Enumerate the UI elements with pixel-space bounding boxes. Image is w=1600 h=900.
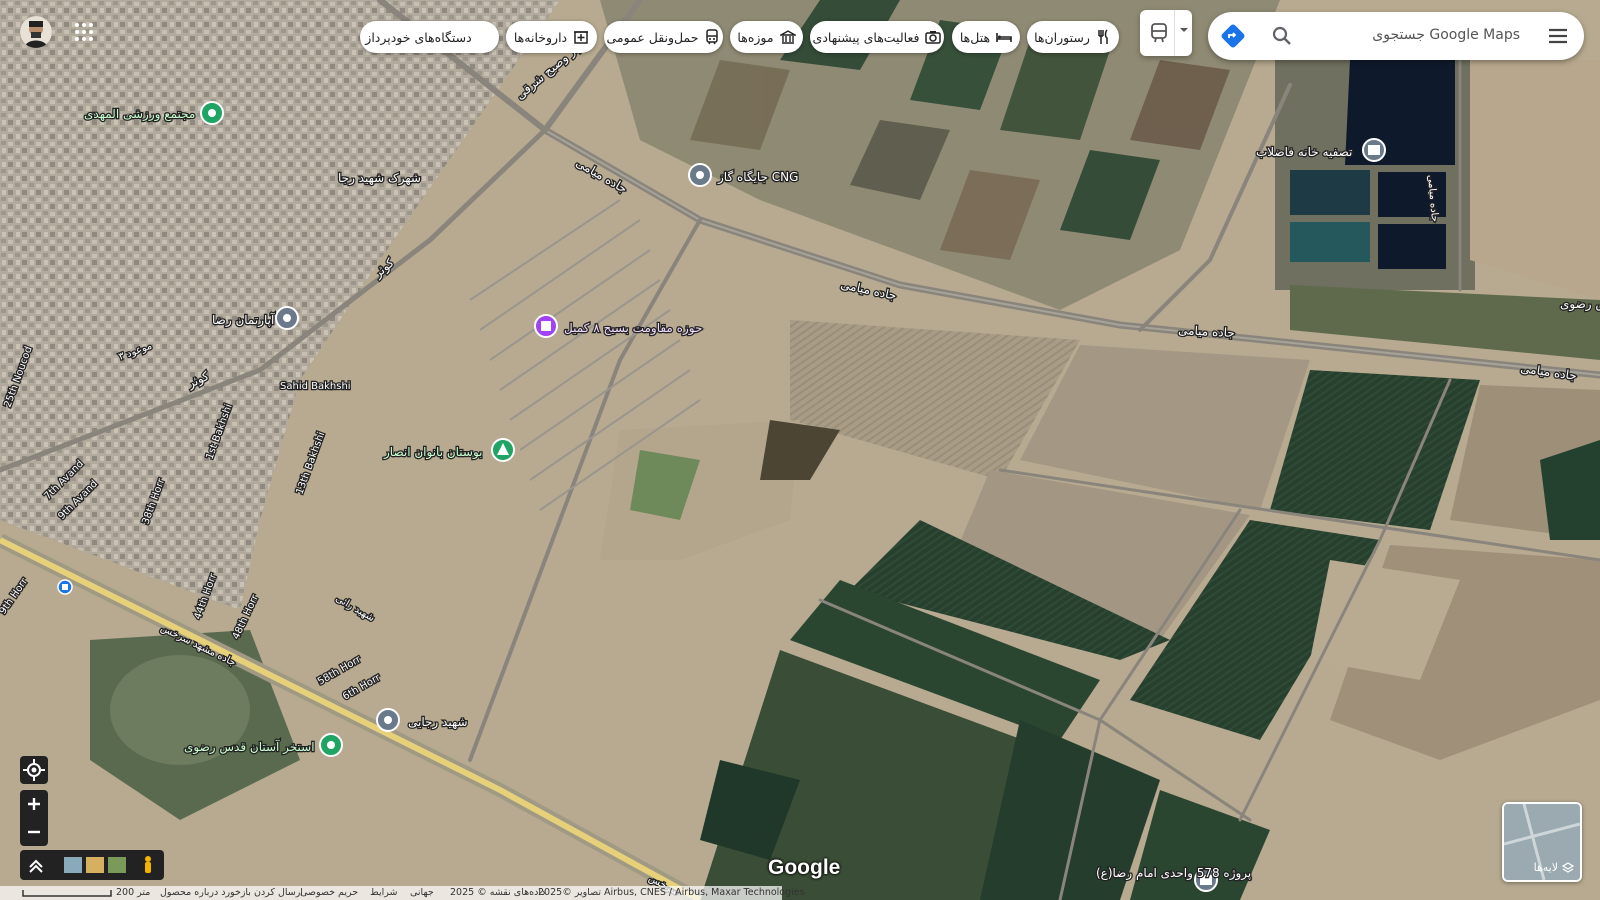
menu-icon[interactable] [1546, 24, 1570, 48]
search-input[interactable]: جستجوی Google Maps [1372, 27, 1520, 43]
museum-icon [779, 30, 796, 44]
imagery-label: تصاویر ©2025 Airbus, CNES / Airbus, Maxa… [538, 887, 805, 898]
chevron-down-icon[interactable] [1178, 24, 1190, 36]
scale-label[interactable]: 200 متر [116, 887, 150, 898]
location-target-icon [23, 759, 45, 781]
apps-grid-icon[interactable] [74, 22, 94, 42]
layers-icon [1562, 861, 1574, 873]
transit-icon [706, 29, 719, 45]
chip-pharmacies[interactable]: داروخانه‌ها [506, 21, 597, 53]
road-label: Sahid Bakhshi [280, 381, 351, 392]
terms-link[interactable]: شرایط [370, 887, 398, 898]
layers-label: لایه‌ها [1533, 861, 1558, 874]
svg-text:جایگاه گاز CNG: جایگاه گاز CNG [717, 170, 798, 185]
my-location-button[interactable] [20, 756, 48, 784]
place-label-shahrak: شهرک شهید رجا [338, 171, 421, 186]
svg-text:مجتمع ورزشی المهدی: مجتمع ورزشی المهدی [84, 107, 195, 122]
svg-text:استخر آستان قدس رضوی: استخر آستان قدس رضوی [184, 739, 315, 755]
svg-text:شهید رجایی: شهید رجایی [408, 715, 468, 730]
chip-transit[interactable]: حمل‌ونقل عمومی [604, 21, 723, 53]
chip-museums[interactable]: موزه‌ها [730, 21, 803, 53]
search-icon[interactable] [1270, 24, 1294, 48]
zoom-controls [20, 790, 48, 846]
transit-icon [1151, 23, 1167, 43]
chip-label: هتل‌ها [959, 29, 991, 45]
pharmacy-icon [574, 31, 589, 44]
zoom-in-button[interactable] [20, 790, 48, 818]
restaurant-icon [1098, 29, 1108, 44]
chip-label: حمل‌ونقل عمومی [606, 29, 699, 45]
region-link[interactable]: جهانی [410, 887, 434, 898]
transit-layer-toggle[interactable] [1140, 10, 1192, 56]
chip-hotels[interactable]: هتل‌ها [952, 21, 1020, 53]
chip-things-to-do[interactable]: فعالیت‌های پیشنهادی [810, 21, 944, 53]
scale-bar[interactable] [22, 889, 112, 897]
terrain-thumbnail[interactable] [86, 857, 104, 873]
camera-icon [925, 31, 942, 44]
chip-restaurants[interactable]: رستوران‌ها [1027, 21, 1119, 53]
svg-text:آپارتمان رضا: آپارتمان رضا [212, 312, 275, 328]
layers-button[interactable]: لایه‌ها [1502, 802, 1582, 882]
chip-label: موزه‌ها [737, 29, 774, 45]
road-label: جاده میامی [1178, 323, 1235, 340]
bottom-tools-strip [20, 850, 164, 880]
satellite-map[interactable]: بلوار وصیح شرقی جاده میامی جاده میامی جا… [0, 0, 1600, 900]
privacy-link[interactable]: حریم خصوصی [300, 887, 358, 898]
chip-label: دستگاه‌های خودپرداز [365, 29, 472, 45]
feedback-link[interactable]: ارسال کردن بازخورد درباره محصول [160, 887, 303, 898]
chip-label: رستوران‌ها [1034, 29, 1090, 45]
expand-up-icon[interactable] [29, 859, 43, 873]
pond [1345, 60, 1455, 165]
directions-icon[interactable] [1220, 23, 1246, 49]
street-view-thumbnail[interactable] [64, 857, 82, 873]
svg-text:بوستان بانوان انصار: بوستان بانوان انصار [383, 445, 483, 460]
attribution-bar: 200 متر ارسال کردن بازخورد درباره محصول … [0, 886, 805, 900]
atm-icon: ATM [478, 34, 479, 42]
hotel-icon [996, 33, 1012, 42]
svg-text:تصفیه خانه فاضلاب: تصفیه خانه فاضلاب [1256, 145, 1352, 159]
svg-text:حوزه مقاومت بسیج ۸ کمیل: حوزه مقاومت بسیج ۸ کمیل [564, 321, 702, 336]
bus-stop-icon[interactable] [57, 579, 73, 595]
chip-label: فعالیت‌های پیشنهادی [812, 29, 920, 45]
google-logo: Google [768, 856, 841, 879]
map-data-label: داده‌های نقشه © 2025 [450, 887, 546, 898]
road-label: س رضوی [1560, 297, 1600, 312]
user-avatar[interactable] [20, 16, 52, 48]
satellite-thumbnail[interactable] [108, 857, 126, 873]
zoom-out-button[interactable] [20, 818, 48, 846]
chip-atms[interactable]: ATM دستگاه‌های خودپرداز [360, 21, 499, 53]
chip-label: داروخانه‌ها [513, 29, 568, 45]
search-box[interactable]: جستجوی Google Maps [1208, 12, 1584, 60]
pegman-icon[interactable] [145, 856, 151, 873]
svg-text:پروژه 578 واحدی امام رضا(ع): پروژه 578 واحدی امام رضا(ع) [1096, 866, 1251, 881]
